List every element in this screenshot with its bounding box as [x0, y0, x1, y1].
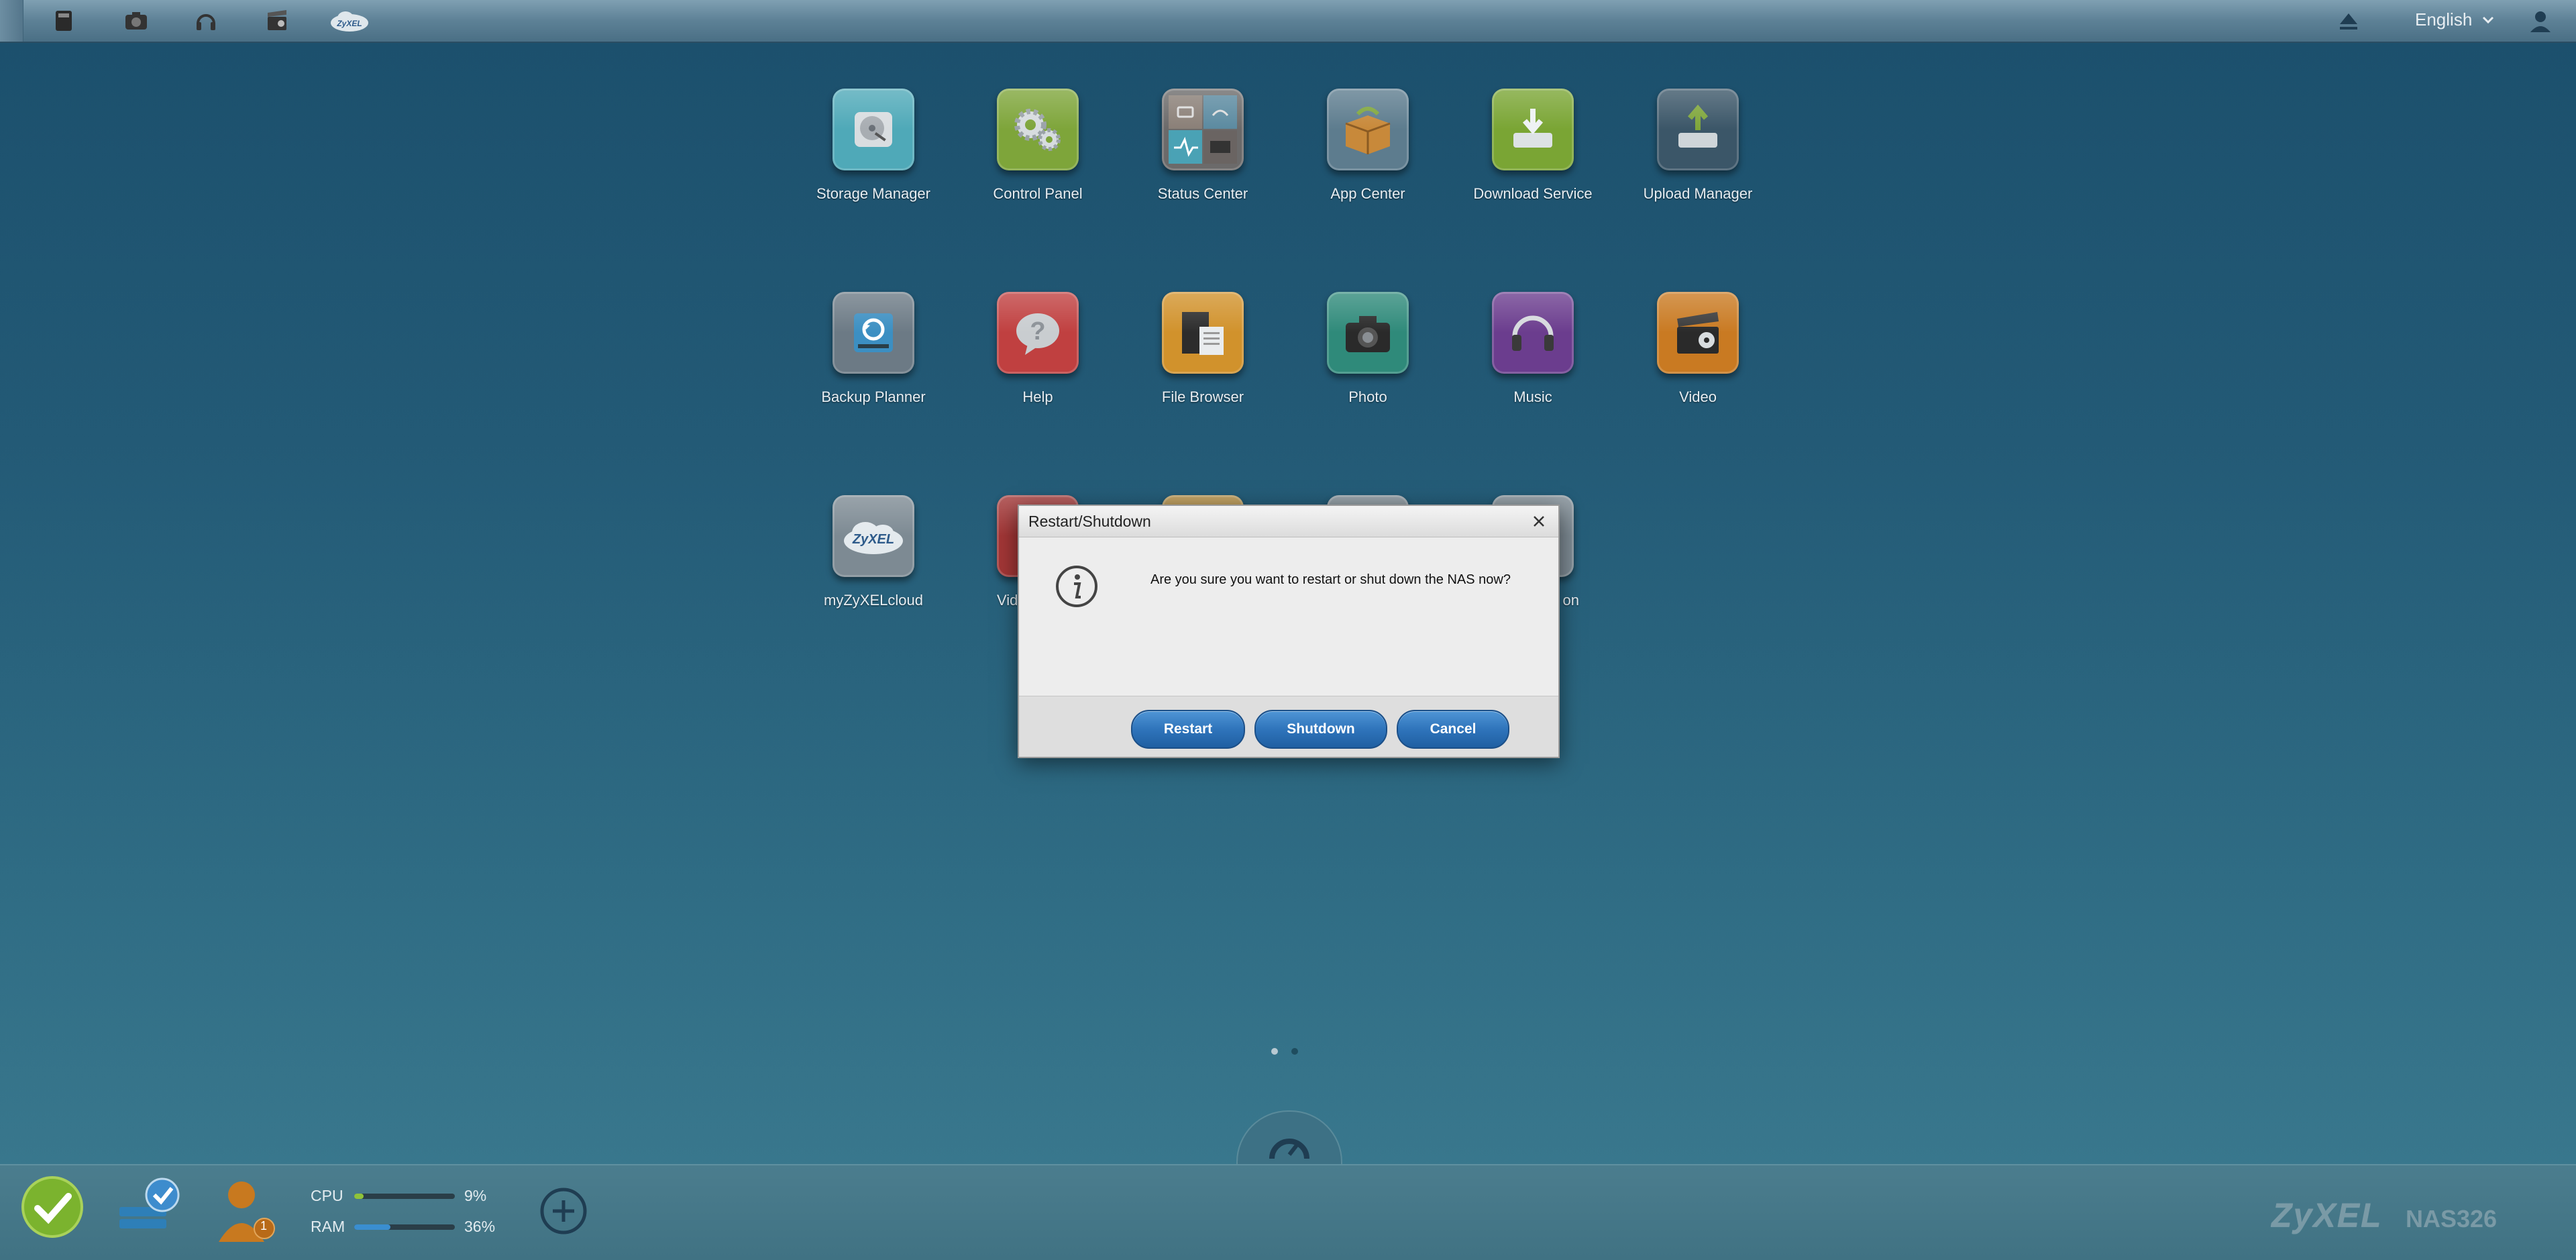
page-dot-1[interactable]: [1271, 1048, 1278, 1055]
upload-drive-icon: [1657, 89, 1739, 170]
dialog-title-bar: Restart/Shutdown: [1019, 506, 1558, 537]
cpu-label: CPU: [311, 1187, 343, 1204]
ram-label: RAM: [311, 1218, 345, 1235]
page-dot-2[interactable]: [1291, 1048, 1298, 1055]
app-help[interactable]: ? Help: [955, 292, 1120, 406]
app-photo[interactable]: Photo: [1285, 292, 1450, 406]
app-label: Video: [1679, 388, 1717, 405]
storage-status-icon[interactable]: [114, 1175, 188, 1245]
user-status-icon[interactable]: 1: [209, 1175, 283, 1252]
app-label: App Center: [1330, 185, 1405, 202]
dialog-title: Restart/Shutdown: [1028, 513, 1151, 530]
video-shortcut-icon[interactable]: [262, 5, 292, 36]
app-music[interactable]: Music: [1450, 292, 1615, 406]
headphones-icon: [1492, 292, 1574, 374]
cpu-meter: [354, 1194, 455, 1199]
ram-meter: [354, 1224, 455, 1230]
backup-icon: [833, 292, 914, 374]
app-storage-manager[interactable]: Storage Manager: [791, 89, 956, 203]
app-upload-manager[interactable]: Upload Manager: [1615, 89, 1780, 203]
app-control-panel[interactable]: Control Panel: [955, 89, 1120, 203]
ram-value: 36%: [464, 1218, 496, 1235]
gauge-icon: [1269, 1139, 1309, 1159]
system-status-ok-icon[interactable]: [20, 1175, 85, 1243]
user-account-icon[interactable]: [2528, 8, 2553, 34]
app-status-center[interactable]: Status Center: [1120, 89, 1285, 203]
app-download-service[interactable]: Download Service: [1450, 89, 1615, 203]
app-label: Storage Manager: [816, 185, 930, 202]
cpu-meter-fill: [354, 1194, 364, 1199]
app-label: Status Center: [1157, 185, 1248, 202]
bottom-bar: 1 CPU 9% RAM 36%: [0, 1164, 2576, 1260]
app-label: Backup Planner: [821, 388, 926, 405]
language-label: English: [2415, 9, 2473, 30]
dialog-footer: Restart Shutdown Cancel: [1019, 696, 1558, 757]
app-label: Photo: [1348, 388, 1387, 405]
gears-icon: [997, 89, 1079, 170]
app-label: Upload Manager: [1643, 185, 1753, 202]
app-label: Music: [1513, 388, 1552, 405]
info-icon: [1055, 565, 1098, 608]
eject-icon[interactable]: [2336, 8, 2361, 34]
storage-manager-shortcut-icon[interactable]: [48, 5, 79, 36]
app-file-browser[interactable]: File Browser: [1120, 292, 1285, 406]
svg-text:ZyXEL: ZyXEL: [852, 532, 894, 547]
close-icon[interactable]: [1529, 511, 1549, 531]
restart-button[interactable]: Restart: [1131, 710, 1245, 749]
app-label: Help: [1022, 388, 1053, 405]
cpu-value: 9%: [464, 1187, 487, 1204]
app-backup-planner[interactable]: Backup Planner: [791, 292, 956, 406]
camera-icon: [1327, 292, 1409, 374]
language-selector[interactable]: English: [2415, 9, 2495, 30]
add-widget-icon[interactable]: [537, 1184, 590, 1241]
package-icon: [1327, 89, 1409, 170]
restart-shutdown-dialog: Restart/Shutdown Are you sure you want t…: [1018, 505, 1560, 758]
model-name: NAS326: [2406, 1205, 2498, 1232]
zyxel-cloud-shortcut-icon[interactable]: ZyXEL: [326, 5, 373, 36]
music-shortcut-icon[interactable]: [191, 5, 221, 36]
top-bar: ZyXEL English: [0, 0, 2576, 43]
chevron-down-icon: [2483, 16, 2494, 23]
photo-shortcut-icon[interactable]: [121, 5, 152, 36]
clapper-icon: [1657, 292, 1739, 374]
app-label: Download Service: [1473, 185, 1593, 202]
zyxel-cloud-icon: ZyXEL: [833, 495, 914, 577]
shutdown-button[interactable]: Shutdown: [1254, 710, 1387, 749]
svg-text:?: ?: [1030, 317, 1045, 346]
top-bar-grip: [0, 0, 23, 42]
status-tiles-icon: [1162, 89, 1244, 170]
dashboard-toggle[interactable]: [1236, 1110, 1342, 1172]
download-drive-icon: [1492, 89, 1574, 170]
app-video[interactable]: Video: [1615, 292, 1780, 406]
folder-icon: [1162, 292, 1244, 374]
app-myzyxelcloud[interactable]: ZyXEL myZyXELcloud: [791, 495, 956, 609]
svg-text:ZyXEL: ZyXEL: [336, 19, 362, 28]
app-label: Control Panel: [993, 185, 1083, 202]
cancel-button[interactable]: Cancel: [1397, 710, 1509, 749]
dialog-message: Are you sure you want to restart or shut…: [1150, 572, 1511, 587]
ram-meter-fill: [354, 1224, 390, 1230]
user-badge-count: 1: [260, 1219, 268, 1232]
brand-logo: ZyXEL: [2271, 1196, 2383, 1234]
hard-disk-icon: [833, 89, 914, 170]
app-label: File Browser: [1161, 388, 1244, 405]
app-app-center[interactable]: App Center: [1285, 89, 1450, 203]
app-label: myZyXELcloud: [824, 592, 923, 609]
question-icon: ?: [997, 292, 1079, 374]
